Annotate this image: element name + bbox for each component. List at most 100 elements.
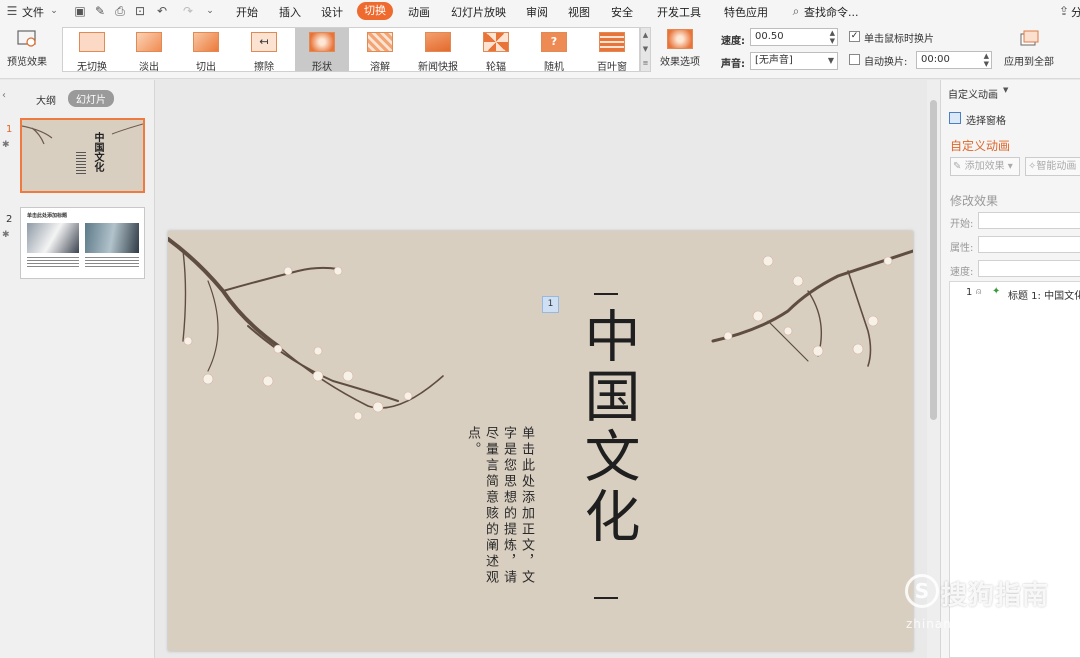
tab-slideshow[interactable]: 幻灯片放映 [451,4,506,20]
title-rule-bottom [594,597,618,599]
slide-number: 1 [6,124,13,135]
transition-dissolve[interactable]: 溶解 [353,28,407,73]
sound-select[interactable]: [无声音] ▼ [750,52,838,70]
anim-item-number: 1 [966,287,973,298]
transition-blinds[interactable]: 百叶窗 [585,28,639,73]
tab-features[interactable]: 特色应用 [724,4,768,20]
transition-cut[interactable]: 切出 [179,28,233,73]
transition-label: 溶解 [370,62,390,73]
panel-header[interactable]: 自定义动画 [948,86,998,101]
tab-design[interactable]: 设计 [321,4,343,20]
auto-advance-label: 自动换片: [864,57,908,68]
customize-toolbar-icon[interactable]: ⌄ [202,3,218,19]
random-icon: ? [541,32,567,52]
slide-thumbnail-1[interactable]: 中国文化 [20,118,145,193]
section-title: 自定义动画 [950,139,1011,153]
speed-select[interactable] [978,260,1080,277]
spinner-icon[interactable]: ▲ ▼ [984,52,989,68]
transition-label: 百叶窗 [597,62,627,73]
star-icon: ✱ [2,140,10,150]
tab-developer[interactable]: 开发工具 [657,4,701,20]
newsflash-icon [425,32,451,52]
spinner-icon[interactable]: ▲ ▼ [830,29,835,45]
sound-value: [无声音] [755,55,793,66]
canvas-scrollbar[interactable] [927,80,940,658]
preview-icon [14,29,40,49]
apply-all-button[interactable]: 应用到全部 [1000,29,1058,68]
collapse-icon[interactable]: ‹ [2,90,6,101]
transition-label: 切出 [196,62,216,73]
transition-shape[interactable]: 形状 [295,28,349,73]
speed-input[interactable]: 00.50 ▲ ▼ [750,28,838,46]
preview-button[interactable]: 预览效果 [2,29,52,68]
slide-canvas: 1 中国文化 单击此处添加正文，文 字是您思想的提炼，请 尽量言简意赅的阐述观 … [156,80,927,658]
chevron-down-icon[interactable]: ▼ [1003,86,1008,94]
on-click-checkbox[interactable]: ✓ [849,31,860,42]
slide[interactable]: 1 中国文化 单击此处添加正文，文 字是您思想的提炼，请 尽量言简意赅的阐述观 … [168,231,913,651]
watermark-url: zhinan.sogou.com [906,617,1032,631]
file-menu[interactable]: 文件 [22,4,44,20]
print-preview-icon[interactable]: ⊡ [132,3,148,19]
save-icon[interactable]: ▣ [72,3,88,19]
auto-advance-checkbox[interactable] [849,54,860,65]
transition-random[interactable]: ? 随机 [527,28,581,73]
tab-animation[interactable]: 动画 [408,4,430,20]
tab-slides[interactable]: 幻灯片 [68,90,114,107]
share-label[interactable]: 分 [1071,4,1080,20]
search-command[interactable]: 查找命令... [804,4,859,20]
transition-fade[interactable]: 淡出 [122,28,176,73]
redo-icon[interactable]: ↷ [180,3,196,19]
auto-advance-value: 00:00 [921,54,950,65]
scrollbar-thumb[interactable] [930,100,937,420]
speed-value: 00.50 [755,31,784,42]
watermark-brand: 搜狗指南 [941,581,1050,611]
effect-options-button[interactable]: 效果选项 [654,29,706,68]
no-transition-icon [79,32,105,52]
auto-advance-input[interactable]: 00:00 ▲ ▼ [916,51,992,69]
ribbon: 预览效果 无切换 淡出 切出 ↤ 擦除 形状 溶解 新闻快报 轮辐 ? 随机 百… [0,23,1080,79]
thumb-title: 单击此处添加标题 [27,213,68,219]
undo-icon[interactable]: ↶ [154,3,170,19]
modify-title: 修改效果 [950,194,999,208]
start-select[interactable] [978,212,1080,229]
format-painter-icon[interactable]: ✎ [92,3,108,19]
tab-outline[interactable]: 大纲 [36,92,56,107]
tab-transition[interactable]: 切换 [357,2,393,20]
animation-marker[interactable]: 1 [542,296,559,313]
gallery-scroll[interactable]: ▲ ▼ ≡ [640,27,651,72]
body-column: 单击此处添加正文，文 [519,426,534,586]
tab-insert[interactable]: 插入 [279,4,301,20]
plum-blossom-decoration [168,237,913,421]
anim-item-label: 标题 1: 中国文化 [1008,291,1080,302]
smart-animation-label: 智能动画 [1036,161,1077,172]
speed-label: 速度: [950,267,974,278]
share-icon[interactable]: ⇪ [1056,3,1072,19]
transition-wipe[interactable]: ↤ 擦除 [237,28,291,73]
smart-animation-button[interactable]: ✧智能动画 [1025,157,1080,176]
slide-body-text[interactable]: 单击此处添加正文，文 字是您思想的提炼，请 尽量言简意赅的阐述观 点。 [463,426,535,606]
print-icon[interactable]: ⎙ [112,3,128,19]
transition-none[interactable]: 无切换 [65,28,119,73]
add-effect-button[interactable]: ✎ 添加效果 ▾ [950,157,1020,176]
thumb-body-text [76,152,86,174]
transition-newsflash[interactable]: 新闻快报 [411,28,465,73]
hamburger-icon[interactable]: ☰ [4,3,20,19]
tab-start[interactable]: 开始 [236,4,258,20]
transition-wheel[interactable]: 轮辐 [469,28,523,73]
property-select[interactable] [978,236,1080,253]
animation-list-item[interactable]: 1 ⍝ ✦ 标题 1: 中国文化 [950,286,1080,302]
apply-all-icon [1016,29,1042,49]
tab-review[interactable]: 审阅 [526,4,548,20]
slide-thumbnail-2[interactable]: 单击此处添加标题 [20,207,145,279]
custom-animation-panel: 自定义动画 ▼ 选择窗格 自定义动画 ✎ 添加效果 ▾ ✧智能动画 修改效果 开… [940,80,1080,658]
transition-label: 新闻快报 [418,62,458,73]
pencil-icon: ✎ [953,161,962,172]
blinds-icon [599,32,625,52]
selection-pane-button[interactable]: 选择窗格 [966,112,1006,127]
chevron-down-icon[interactable]: ⌄ [46,3,62,19]
sogou-logo-icon: S [905,574,939,608]
tab-view[interactable]: 视图 [568,4,590,20]
slide-title[interactable]: 中国文化 [574,307,640,597]
tab-security[interactable]: 安全 [611,4,633,20]
thumb-photo [27,223,79,253]
